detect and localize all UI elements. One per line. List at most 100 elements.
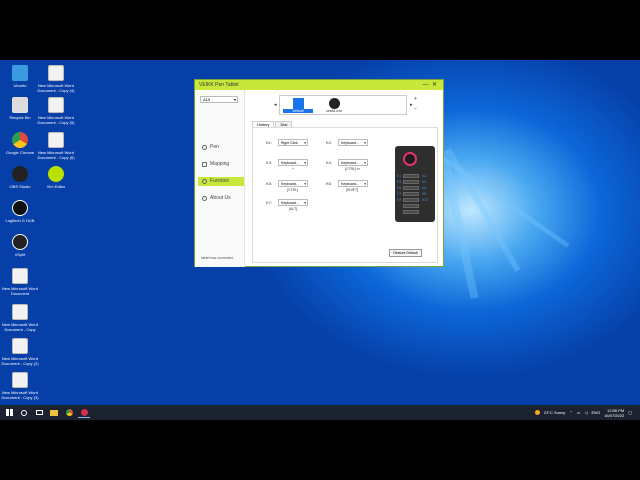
xsplit-icon (12, 234, 28, 250)
task-view-button[interactable] (33, 407, 45, 418)
folder-icon (50, 409, 58, 416)
key-label-k1: K1: (266, 140, 273, 145)
chevron-down-icon: ▾ (233, 97, 236, 102)
veikk-taskbar-button[interactable] (78, 407, 90, 418)
tablet-key (403, 174, 419, 178)
nav-mapping[interactable]: Mapping (198, 160, 244, 169)
nav-about[interactable]: About Us (198, 194, 244, 203)
start-button[interactable] (3, 407, 15, 418)
desktop-icon[interactable]: New Microsoft Word Document - Copy (2) (0, 338, 40, 366)
desktop-icon[interactable]: Ubuntu (0, 65, 40, 88)
document-icon (48, 132, 64, 148)
connection-status: tablet has connected (201, 256, 234, 260)
language-indicator[interactable]: ENG (592, 410, 601, 415)
key-select-k1[interactable]: Right Click ▾ (278, 139, 308, 146)
desktop-icon[interactable]: XSplit (0, 234, 40, 257)
notification-icon[interactable]: ▢ (628, 410, 632, 415)
close-button[interactable]: ✕ (430, 80, 439, 90)
veikk-window: VEIKK Pen Tablet — ✕ A15 ▾ Pen Mapping F… (194, 79, 444, 267)
tablet-key-label: K2 (422, 174, 427, 178)
document-icon (48, 97, 64, 113)
remove-app-button[interactable]: − (414, 106, 417, 112)
hotkey-panel: K1: Right Click ▾ K2: Keyboard... ▾ K3: Ke… (252, 127, 438, 263)
tablet-key (403, 210, 419, 214)
desktop-icon[interactable]: Logitech G HUB (0, 200, 40, 223)
desktop-icon[interactable]: New Microsoft Word Document - Copy (5) (36, 97, 76, 125)
desktop-icon[interactable]: New Microsoft Word Document - Copy (3) (0, 372, 40, 400)
tray-chevron-icon[interactable]: ⌃ (569, 410, 572, 415)
key-select-k6[interactable]: Keyboard... ▾ (338, 180, 368, 187)
tablet-key (403, 192, 419, 196)
clock-time: 12:56 PM (607, 407, 625, 413)
tablet-key (403, 186, 419, 190)
nav-label: Mapping (210, 161, 230, 167)
desktop-icon[interactable]: New Microsoft Word Document - Copy (4) (36, 65, 76, 93)
nav-label: Function (210, 178, 230, 184)
minimize-button[interactable]: — (421, 80, 430, 90)
window-title: VEIKK Pen Tablet (199, 82, 239, 88)
desktop-icon[interactable]: Google Chrome (0, 132, 40, 155)
desktop-icon[interactable]: OBS Studio (0, 166, 40, 189)
key-combo-k7: [ALT] (289, 207, 298, 211)
scroll-left-arrow[interactable]: ◂ (274, 102, 277, 108)
desktop-icon[interactable]: New Microsoft Word Document (0, 268, 40, 296)
tablet-illustration: K1 K3 K5 K7 K9 K2 K4 K6 K8 K10 (395, 146, 435, 222)
key-value: Keyboard... (281, 161, 299, 165)
tablet-key (403, 198, 419, 202)
key-value: Right Click (281, 141, 298, 145)
weather-icon (534, 410, 540, 415)
weather-text[interactable]: 23°C Sunny (544, 410, 565, 415)
app-default[interactable]: Default (283, 98, 313, 113)
tablet-key-label: K3 (397, 180, 402, 184)
app-obs[interactable]: obs64.exe (319, 98, 349, 113)
taskbar: 23°C Sunny ⌃ ▭ ◁ ENG 12:56 PM 16/07/2022… (0, 405, 640, 420)
app-name: obs64.exe (325, 109, 343, 113)
search-icon (21, 409, 27, 416)
recycle-bin-icon (12, 97, 28, 113)
vim-icon (48, 166, 64, 182)
tablet-key-label: K9 (397, 198, 402, 202)
logitech-icon (12, 200, 28, 216)
scroll-right-arrow[interactable]: ▸ (410, 102, 413, 108)
chevron-down-icon: ▾ (304, 201, 306, 205)
key-value: Keyboard... (341, 141, 359, 145)
document-icon (48, 65, 64, 81)
volume-icon[interactable]: ◁ (584, 410, 587, 415)
device-select-value: A15 (203, 97, 211, 102)
desktop-icon[interactable]: New Microsoft Word Document - Copy (6) (36, 132, 76, 160)
key-value: Keyboard... (341, 182, 359, 186)
search-button[interactable] (18, 407, 30, 418)
nav-label: Pen (210, 144, 219, 150)
key-label-k6: K6: (326, 181, 333, 186)
tablet-key-label: K8 (422, 192, 427, 196)
tablet-key-label: K10 (422, 198, 429, 202)
document-icon (12, 372, 28, 388)
tablet-key-label: K7 (397, 192, 402, 196)
add-app-button[interactable]: + (414, 96, 417, 102)
desktop-icon[interactable]: New Microsoft Word Document - Copy (0, 304, 40, 332)
desktop-icon[interactable]: Recycle Bin (0, 97, 40, 120)
key-select-k3[interactable]: Keyboard... ▾ (278, 159, 308, 166)
key-select-k7[interactable]: Keyboard... ▾ (278, 199, 308, 206)
tablet-key-label: K1 (397, 174, 402, 178)
nav-function[interactable]: Function (198, 177, 244, 186)
restore-default-button[interactable]: Restore Default (389, 249, 422, 257)
key-select-k2[interactable]: Keyboard... ▾ (338, 139, 368, 146)
key-select-k4[interactable]: Keyboard... ▾ (338, 159, 368, 166)
key-select-k5[interactable]: Keyboard... ▾ (278, 180, 308, 187)
windows-icon (5, 409, 13, 416)
desktop-icon[interactable]: Vim Editor (36, 166, 76, 189)
device-select[interactable]: A15 ▾ (200, 96, 238, 103)
file-explorer-button[interactable] (48, 407, 60, 418)
tablet-key (403, 180, 419, 184)
chrome-taskbar-button[interactable] (63, 407, 75, 418)
document-icon (12, 338, 28, 354)
nav-pen[interactable]: Pen (198, 143, 244, 152)
chevron-down-icon: ▾ (364, 161, 366, 165)
chrome-icon (65, 409, 73, 416)
document-icon (12, 268, 28, 284)
app-name: Default (283, 109, 313, 113)
network-icon[interactable]: ▭ (577, 410, 581, 415)
clock[interactable]: 12:56 PM 16/07/2022 (604, 408, 624, 418)
title-bar[interactable]: VEIKK Pen Tablet — ✕ (195, 80, 443, 90)
